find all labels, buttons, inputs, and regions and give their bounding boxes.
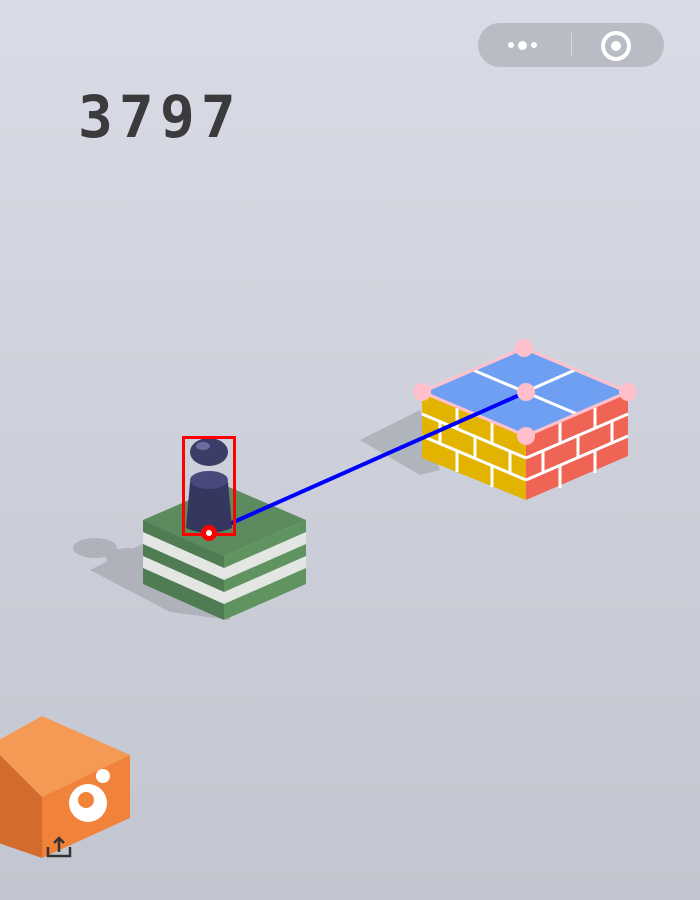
more-dots-icon[interactable]	[478, 23, 571, 67]
orange-block[interactable]	[0, 716, 130, 858]
player-piece	[186, 438, 232, 533]
target-circle-icon[interactable]	[571, 23, 664, 67]
score-display: 3797	[78, 83, 242, 151]
player-foot-center	[206, 530, 212, 536]
mini-program-capsule	[478, 23, 664, 67]
